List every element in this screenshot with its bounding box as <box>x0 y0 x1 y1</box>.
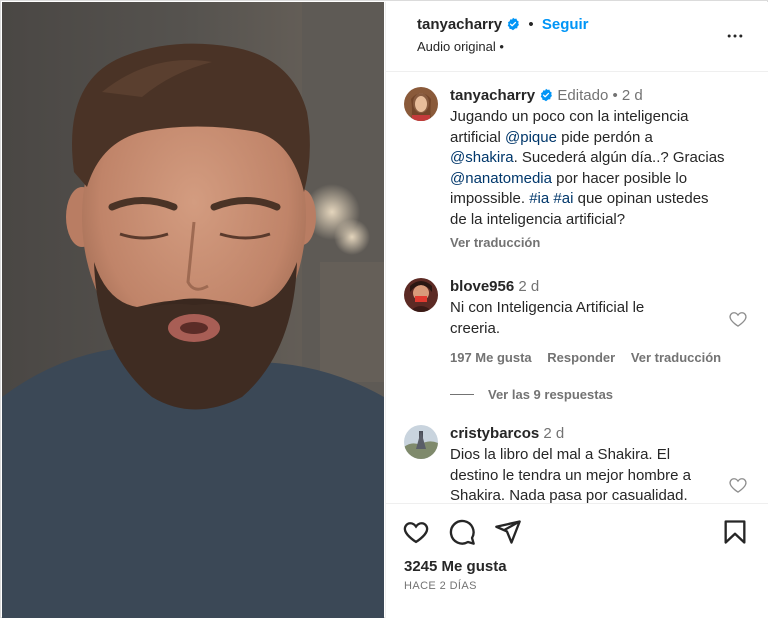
comment-time: 2 d <box>518 278 540 295</box>
caption-separator: • <box>612 87 618 104</box>
caption-line: de la inteligencia artificial? <box>450 210 626 228</box>
commenter-avatar-image <box>404 425 438 459</box>
caption-line: @shakira. Sucederá algún día..? Gracias <box>450 148 750 169</box>
comment-icon[interactable] <box>448 518 476 546</box>
hashtag-link[interactable]: #ia <box>529 190 549 207</box>
caption-text: Jugando un poco con la inteligencia arti… <box>450 107 750 230</box>
audio-link[interactable]: Audio original <box>417 39 496 54</box>
post-details-panel: tanyacharry • Seguir Audio original • ta… <box>385 2 768 618</box>
author-avatar-image <box>404 87 438 121</box>
post-actions: 3245 Me gusta HACE 2 DÍAS <box>386 504 768 618</box>
caption-fragment: por hacer posible lo <box>551 169 688 187</box>
caption-line: Jugando un poco con la inteligencia <box>450 108 689 125</box>
post-dialog: tanyacharry • Seguir Audio original • ta… <box>0 0 768 618</box>
avatar[interactable] <box>404 87 438 121</box>
comment-username[interactable]: cristybarcos <box>450 425 539 442</box>
mention-link[interactable]: @shakira <box>450 149 514 166</box>
comment-header: blove956 2 d <box>450 278 539 295</box>
caption-fragment: impossible. <box>450 190 530 207</box>
comment-line: destino le tendra un mejor hombre a <box>450 466 691 484</box>
edited-label: Editado <box>557 87 609 104</box>
share-icon[interactable] <box>494 518 522 546</box>
comment-text: Ni con Inteligencia Artificial le creeri… <box>450 298 720 339</box>
comment-line: Dios la libro del mal a Shakira. El <box>450 446 671 463</box>
post-author-username[interactable]: tanyacharry <box>417 16 502 33</box>
likes-count[interactable]: 3245 Me gusta <box>404 558 507 575</box>
comment-actions: 197 Me gusta Responder Ver traducción <box>450 350 721 365</box>
comments-section[interactable]: tanyacharry Editado • 2 d Jugando un poc… <box>386 73 768 503</box>
reply-button[interactable]: Responder <box>547 350 615 365</box>
more-options-icon[interactable] <box>725 26 745 46</box>
replies-line <box>450 394 474 395</box>
comment-line: creeria. <box>450 319 501 337</box>
hashtag-link[interactable]: #ai <box>553 190 573 207</box>
see-translation-link[interactable]: Ver traducción <box>450 235 540 250</box>
caption-fragment: pide perdón a <box>556 128 653 146</box>
caption-time: 2 d <box>621 87 643 104</box>
caption-username[interactable]: tanyacharry <box>450 87 535 104</box>
caption-fragment: . Sucederá algún día..? Gracias <box>513 149 725 166</box>
mention-link[interactable]: @pique <box>505 129 557 146</box>
avatar[interactable] <box>404 278 438 312</box>
comment-line: Shakira. Nada pasa por casualidad. <box>450 487 688 503</box>
caption-line: artificial @pique pide perdón a <box>450 128 750 149</box>
header-separator: • <box>528 16 534 33</box>
see-translation-link[interactable]: Ver traducción <box>631 350 721 365</box>
video-frame <box>2 2 384 618</box>
caption-fragment: que opinan ustedes <box>573 190 709 207</box>
comment-time: 2 d <box>543 425 565 442</box>
view-replies-button[interactable]: Ver las 9 respuestas <box>488 387 613 402</box>
heart-icon[interactable] <box>728 475 748 495</box>
audio-line: Audio original • <box>417 39 504 54</box>
caption-header: tanyacharry Editado • 2 d <box>450 87 643 104</box>
post-author-line: tanyacharry • Seguir <box>417 16 589 33</box>
comment-header: cristybarcos 2 d <box>450 425 564 442</box>
post-header: tanyacharry • Seguir Audio original • <box>386 2 768 72</box>
post-video[interactable] <box>2 2 384 618</box>
caption-line: impossible. #ia #ai que opinan ustedes <box>450 189 750 210</box>
caption-fragment: artificial <box>450 128 506 146</box>
verified-icon <box>540 88 553 102</box>
comment-likes[interactable]: 197 Me gusta <box>450 350 532 365</box>
commenter-avatar-image <box>404 278 438 312</box>
comment-text: Dios la libro del mal a Shakira. El dest… <box>450 445 740 503</box>
audio-dot: • <box>499 39 504 54</box>
comment-line: Ni con Inteligencia Artificial le <box>450 299 645 316</box>
post-timestamp: HACE 2 DÍAS <box>404 580 477 592</box>
bookmark-icon[interactable] <box>721 518 749 546</box>
mention-link[interactable]: @nanatomedia <box>450 170 552 187</box>
comment-username[interactable]: blove956 <box>450 278 514 295</box>
follow-button[interactable]: Seguir <box>542 16 589 33</box>
verified-icon <box>507 17 520 31</box>
heart-icon[interactable] <box>402 518 430 546</box>
caption-line: @nanatomedia por hacer posible lo <box>450 169 750 190</box>
heart-icon[interactable] <box>728 309 748 329</box>
avatar[interactable] <box>404 425 438 459</box>
